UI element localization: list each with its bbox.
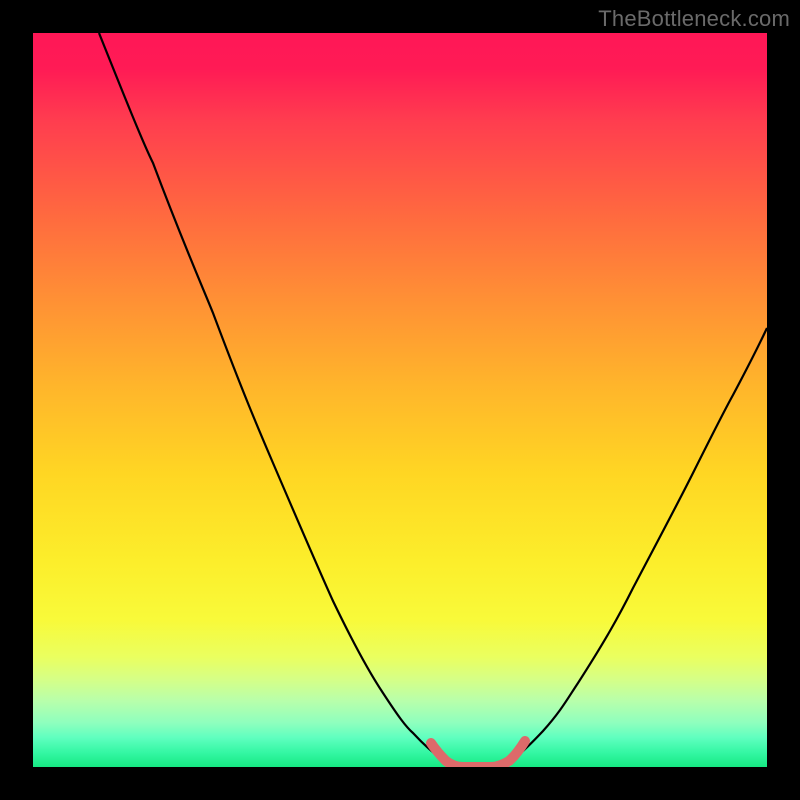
main-curve [99,33,767,766]
trough-highlight [431,741,525,767]
plot-area [33,33,767,767]
chart-svg [33,33,767,767]
chart-frame: TheBottleneck.com [0,0,800,800]
watermark-text: TheBottleneck.com [598,6,790,32]
